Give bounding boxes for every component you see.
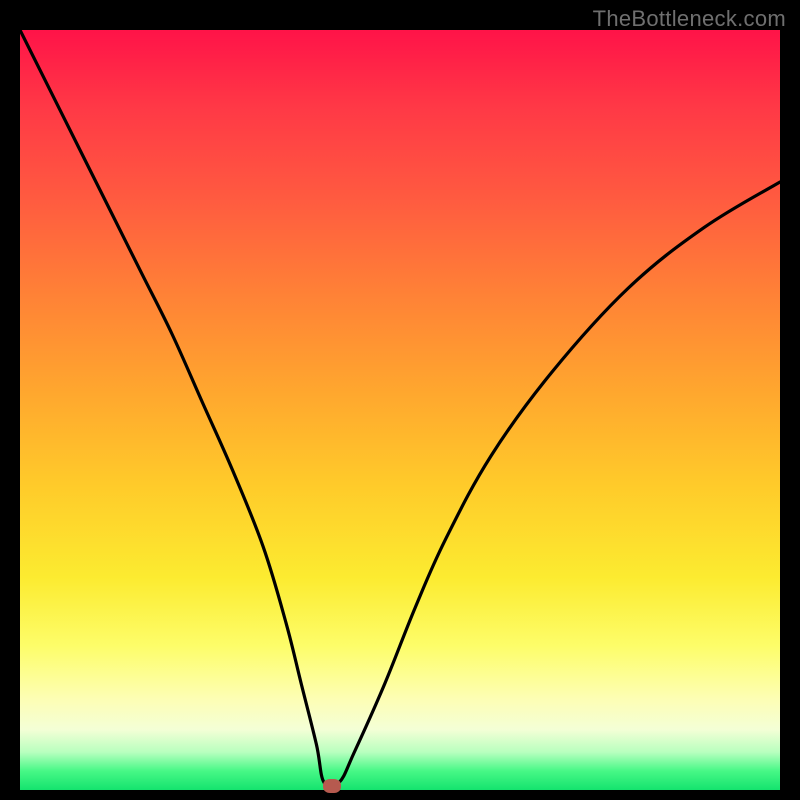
chart-frame: TheBottleneck.com xyxy=(0,0,800,800)
bottleneck-curve xyxy=(20,30,780,787)
watermark-text: TheBottleneck.com xyxy=(593,6,786,32)
plot-area xyxy=(20,30,780,790)
current-point-marker xyxy=(323,779,341,793)
curve-layer xyxy=(20,30,780,790)
